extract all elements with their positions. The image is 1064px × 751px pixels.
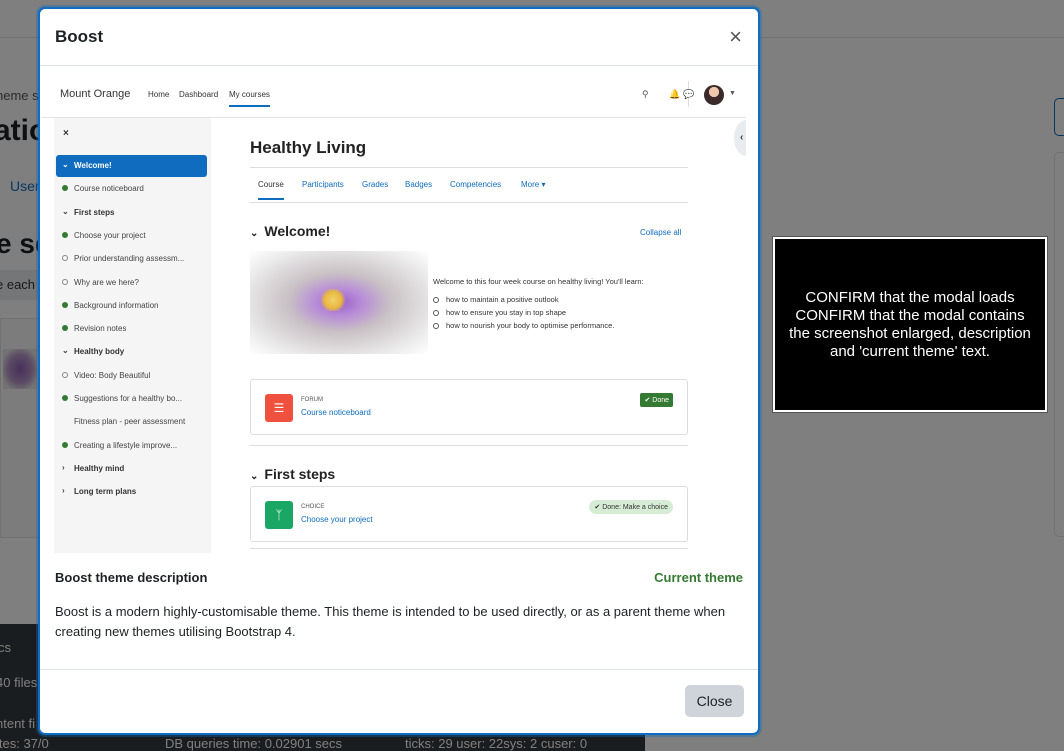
chevron-down-icon: ⌄ xyxy=(62,206,69,216)
completion-filled-icon xyxy=(62,231,68,238)
modal-footer: Close xyxy=(40,669,758,733)
theme-modal: Boost × Mount Orange Home Dashboard My c… xyxy=(38,7,760,735)
chevron-down-icon: ⌄ xyxy=(250,228,259,239)
screenshot-navbar: Mount Orange Home Dashboard My courses ⚲… xyxy=(42,69,746,118)
drawer-close-icon: × xyxy=(63,128,69,139)
screenshot-section-divider xyxy=(250,445,688,446)
screenshot-nav-mycourses: My courses xyxy=(229,90,270,107)
drawer-item-label: Healthy mind xyxy=(74,463,125,473)
drawer-item: Background information xyxy=(56,295,207,317)
screenshot-tab-participants: Participants xyxy=(302,180,344,189)
chevron-down-icon: ⌄ xyxy=(250,471,259,482)
screenshot-tab-competencies: Competencies xyxy=(450,180,502,189)
screenshot-site-name: Mount Orange xyxy=(60,88,131,100)
drawer-item: Video: Body Beautiful xyxy=(56,365,207,387)
search-icon: ⚲ xyxy=(642,89,649,99)
drawer-item: › Healthy mind xyxy=(56,458,207,480)
drawer-item-label: Prior understanding assessm... xyxy=(74,254,185,264)
drawer-item: Why are we here? xyxy=(56,272,207,294)
screenshot-course-tabs: Course Participants Grades Badges Compet… xyxy=(250,167,688,203)
screenshot-forum-card: ☰ FORUM Course noticeboard ✔ Done xyxy=(250,379,688,435)
drawer-item-label: Course noticeboard xyxy=(74,184,144,194)
drawer-item-label: Long term plans xyxy=(74,487,137,497)
screenshot-nav-home: Home xyxy=(148,90,170,99)
screenshot-collapse-all: Collapse all xyxy=(640,228,682,237)
modal-title: Boost xyxy=(55,27,104,46)
screenshot-nav-dashboard: Dashboard xyxy=(179,90,219,99)
close-icon[interactable]: × xyxy=(729,26,742,48)
test-instruction-note: CONFIRM that the modal loads CONFIRM tha… xyxy=(772,236,1048,413)
screenshot-tab-grades: Grades xyxy=(362,180,389,189)
completion-filled-icon xyxy=(62,325,68,332)
drawer-item-label: Revision notes xyxy=(74,324,127,334)
completion-empty-icon xyxy=(62,371,68,378)
drawer-item: Suggestions for a healthy bo... xyxy=(56,388,207,410)
theme-description-title: Boost theme description xyxy=(55,570,208,585)
completion-empty-icon xyxy=(62,255,68,262)
screenshot-section-first-steps: ⌄ First steps xyxy=(250,466,336,482)
drawer-item-label: Fitness plan - peer assessment xyxy=(74,417,186,427)
lotus-flower-image xyxy=(250,251,428,354)
avatar xyxy=(704,85,724,105)
screenshot-activity-type: FORUM xyxy=(301,397,323,403)
screenshot-activity-type: CHOICE xyxy=(301,504,325,510)
screenshot-tab-more: More ▾ xyxy=(521,180,546,189)
drawer-item-label: Welcome! xyxy=(74,161,112,170)
screenshot-activity-name: Choose your project xyxy=(301,515,373,524)
screenshot-done-badge: ✔ Done: Make a choice xyxy=(589,500,673,514)
drawer-item-label: Background information xyxy=(74,300,159,310)
drawer-item: Fitness plan - peer assessment xyxy=(56,411,207,433)
drawer-item-label: Healthy body xyxy=(74,347,125,357)
screenshot-course-title: Healthy Living xyxy=(250,138,367,157)
drawer-item-label: Video: Body Beautiful xyxy=(74,370,151,380)
completion-filled-icon xyxy=(62,395,68,401)
chevron-down-icon: ⌄ xyxy=(62,346,69,356)
screenshot-bullet: how to ensure you stay in top shape xyxy=(433,308,566,317)
completion-filled-icon xyxy=(62,185,68,192)
screenshot-tab-course: Course xyxy=(258,180,284,200)
chevron-left-icon: ‹ xyxy=(734,120,746,156)
drawer-item: ⌄ Healthy body xyxy=(56,341,207,363)
screenshot-activity-name: Course noticeboard xyxy=(301,408,371,417)
completion-filled-icon xyxy=(62,301,68,308)
drawer-item: ⌄ First steps xyxy=(56,202,207,224)
chevron-down-icon: ⌄ xyxy=(62,160,69,169)
screenshot-tab-badges: Badges xyxy=(405,180,433,189)
drawer-item: Course noticeboard xyxy=(56,178,207,200)
theme-screenshot: Mount Orange Home Dashboard My courses ⚲… xyxy=(42,69,746,553)
screenshot-done-badge: ✔ Done xyxy=(640,393,673,407)
current-theme-label: Current theme xyxy=(654,570,743,585)
drawer-item: ⌄ Welcome! xyxy=(56,155,207,177)
drawer-item-label: First steps xyxy=(74,207,115,217)
screenshot-course-index: × ⌄ Welcome! Course noticeboard ⌄ First step… xyxy=(54,118,211,553)
screenshot-intro-text: Welcome to this four week course on heal… xyxy=(433,277,644,286)
screenshot-section-welcome: ⌄ Welcome! xyxy=(250,223,331,239)
completion-filled-icon xyxy=(62,441,68,448)
drawer-item-label: Suggestions for a healthy bo... xyxy=(74,394,183,403)
screenshot-bullet: how to nourish your body to optimise per… xyxy=(433,321,614,330)
screenshot-course-content: Healthy Living Course Participants Grade… xyxy=(250,118,690,553)
forum-icon: ☰ xyxy=(265,394,293,422)
drawer-item-label: Choose your project xyxy=(74,230,146,240)
completion-empty-icon xyxy=(62,278,68,285)
drawer-item: Revision notes xyxy=(56,318,207,340)
chevron-down-icon: ▼ xyxy=(729,90,736,97)
choice-icon: ᛉ xyxy=(265,501,293,529)
drawer-item: Choose your project xyxy=(56,225,207,247)
screenshot-bullet: how to maintain a positive outlook xyxy=(433,295,559,304)
drawer-item: › Long term plans xyxy=(56,481,207,503)
chat-icon: 💬 xyxy=(683,89,695,99)
screenshot-choice-card: ᛉ CHOICE Choose your project ✔ Done: Mak… xyxy=(250,486,688,542)
drawer-item: Creating a lifestyle improve... xyxy=(56,435,207,457)
chevron-right-icon: › xyxy=(62,462,65,472)
bell-icon: 🔔 xyxy=(669,89,681,99)
chevron-right-icon: › xyxy=(62,486,65,496)
screenshot-section-divider xyxy=(250,548,688,549)
drawer-item-label: Why are we here? xyxy=(74,277,139,287)
drawer-item: Prior understanding assessm... xyxy=(56,248,207,270)
modal-header: Boost × xyxy=(40,9,758,66)
close-button[interactable]: Close xyxy=(685,685,744,717)
drawer-item-label: Creating a lifestyle improve... xyxy=(74,440,178,450)
theme-description-text: Boost is a modern highly-customisable th… xyxy=(55,604,726,639)
